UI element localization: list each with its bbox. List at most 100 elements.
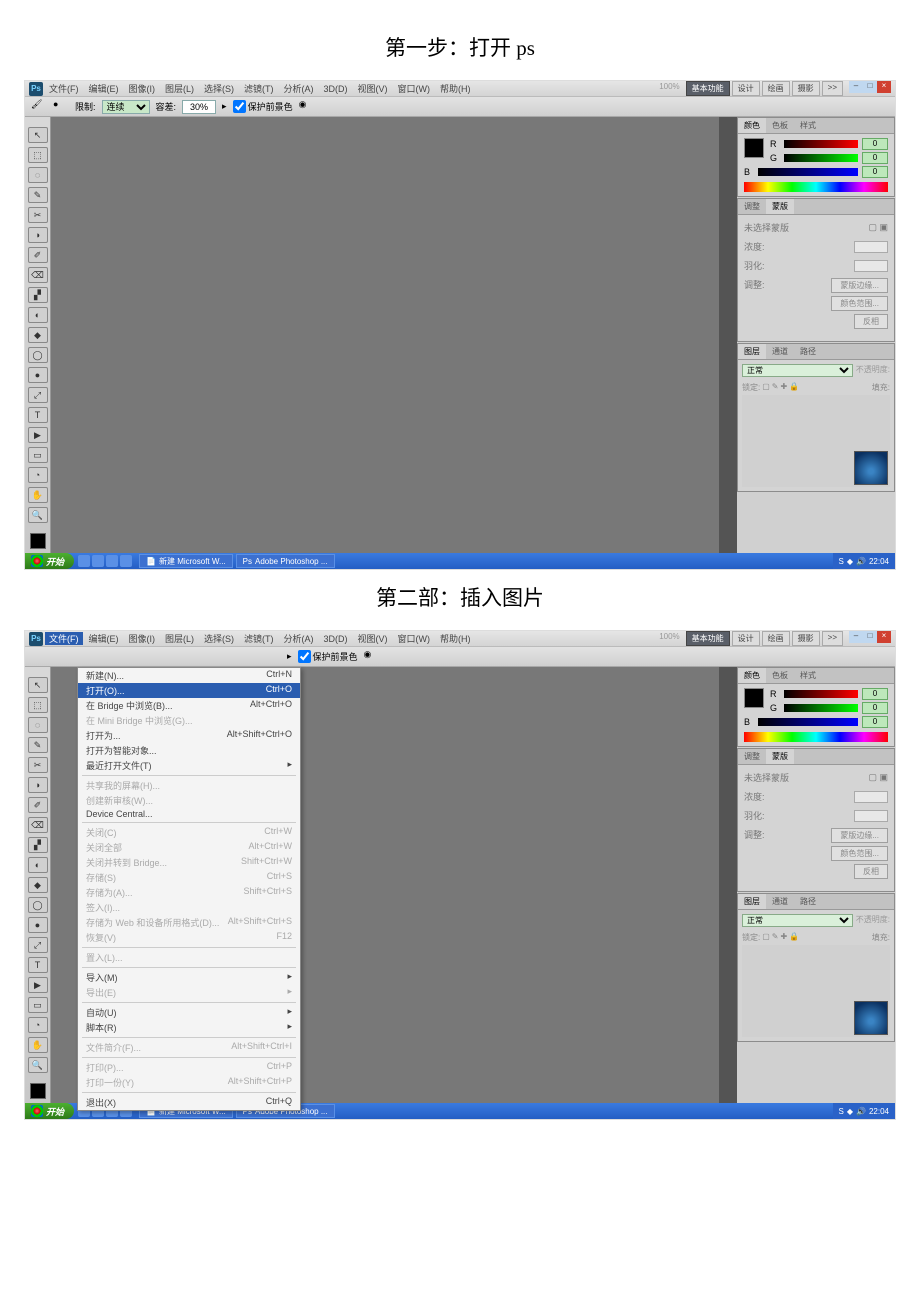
tool-15[interactable]: ▶ <box>28 427 48 443</box>
ws-essentials[interactable]: 基本功能 <box>686 631 730 646</box>
tool-7[interactable]: ⌫ <box>28 267 48 283</box>
lock-trans-icon[interactable]: ▢ <box>762 382 770 393</box>
collapsed-dock[interactable] <box>719 667 737 1103</box>
tab-styles[interactable]: 样式 <box>794 118 822 133</box>
menu-layer[interactable]: 图层(L) <box>161 82 198 95</box>
tool-preset-icon[interactable]: 🖌 <box>31 99 47 115</box>
r-slider[interactable] <box>784 140 858 148</box>
tool-10[interactable]: ◆ <box>28 877 48 893</box>
menu-analysis[interactable]: 分析(A) <box>280 632 318 645</box>
tool-2[interactable]: ◌ <box>28 167 48 183</box>
tool-19[interactable]: 🔍 <box>28 507 48 523</box>
tab-masks[interactable]: 蒙版 <box>766 199 794 214</box>
tab-layers[interactable]: 图层 <box>738 344 766 359</box>
document-canvas[interactable]: 新建(N)...Ctrl+N打开(O)...Ctrl+O在 Bridge 中浏览… <box>51 667 719 1103</box>
tray-icon[interactable]: S <box>839 557 844 566</box>
menu-window[interactable]: 窗口(W) <box>394 632 435 645</box>
system-tray[interactable]: S◆🔊 22:04 <box>833 1103 896 1119</box>
b-slider[interactable] <box>758 718 858 726</box>
menu-edit[interactable]: 编辑(E) <box>85 82 123 95</box>
color-range-button[interactable]: 颜色范围... <box>831 296 888 311</box>
menu-select[interactable]: 选择(S) <box>200 632 238 645</box>
system-tray[interactable]: S ◆ 🔊 22:04 <box>833 553 896 569</box>
ws-painting[interactable]: 绘画 <box>762 81 790 96</box>
window-close[interactable]: × <box>877 631 891 643</box>
tool-5[interactable]: ◑ <box>28 777 48 793</box>
tool-2[interactable]: ◌ <box>28 717 48 733</box>
spectrum-ramp[interactable] <box>744 732 888 742</box>
window-minimize[interactable]: – <box>849 81 863 93</box>
document-canvas[interactable] <box>51 117 719 553</box>
file-menu-item[interactable]: Device Central... <box>78 808 300 820</box>
protect-fg-checkbox[interactable]: 保护前景色 <box>298 650 358 663</box>
b-slider[interactable] <box>758 168 858 176</box>
tolerance-arrow-icon[interactable]: ▸ <box>222 101 227 112</box>
spectrum-ramp[interactable] <box>744 182 888 192</box>
file-menu-item[interactable]: 打开为...Alt+Shift+Ctrl+O <box>78 728 300 743</box>
tab-channels[interactable]: 通道 <box>766 344 794 359</box>
file-menu-item[interactable]: 最近打开文件(T)▸ <box>78 758 300 773</box>
lock-pos-icon[interactable]: ✚ <box>781 382 788 393</box>
tool-5[interactable]: ◑ <box>28 227 48 243</box>
menu-image[interactable]: 图像(I) <box>125 632 160 645</box>
menu-help[interactable]: 帮助(H) <box>436 632 475 645</box>
brush-preset-icon[interactable]: ● <box>53 99 69 115</box>
menu-analysis[interactable]: 分析(A) <box>280 82 318 95</box>
tool-18[interactable]: ✋ <box>28 1037 48 1053</box>
tool-3[interactable]: ✎ <box>28 187 48 203</box>
tool-4[interactable]: ✂ <box>28 207 48 223</box>
tool-12[interactable]: ● <box>28 367 48 383</box>
menu-file[interactable]: 文件(F) <box>45 82 83 95</box>
task-word[interactable]: 📄新建 Microsoft W... <box>139 554 233 568</box>
ws-painting[interactable]: 绘画 <box>762 631 790 646</box>
tab-adjust[interactable]: 调整 <box>738 749 766 764</box>
menu-filter[interactable]: 滤镜(T) <box>240 82 278 95</box>
tool-6[interactable]: ✐ <box>28 247 48 263</box>
menu-filter[interactable]: 滤镜(T) <box>240 632 278 645</box>
tolerance-input[interactable] <box>182 100 216 114</box>
file-menu-item[interactable]: 导入(M)▸ <box>78 970 300 985</box>
tool-19[interactable]: 🔍 <box>28 1057 48 1073</box>
menu-edit[interactable]: 编辑(E) <box>85 632 123 645</box>
tray-icon[interactable]: 🔊 <box>856 557 866 566</box>
tool-1[interactable]: ⬚ <box>28 147 48 163</box>
tool-11[interactable]: ◯ <box>28 897 48 913</box>
feather-input[interactable] <box>854 260 888 272</box>
ws-essentials[interactable]: 基本功能 <box>686 81 730 96</box>
g-value[interactable]: 0 <box>862 152 888 164</box>
menu-view[interactable]: 视图(V) <box>354 82 392 95</box>
tool-12[interactable]: ● <box>28 917 48 933</box>
menu-select[interactable]: 选择(S) <box>200 82 238 95</box>
tool-17[interactable]: ◔ <box>28 467 48 483</box>
lock-all-icon[interactable]: 🔒 <box>789 382 799 393</box>
mask-edge-button[interactable]: 蒙版边缘... <box>831 278 888 293</box>
tool-9[interactable]: ◐ <box>28 857 48 873</box>
b-value[interactable]: 0 <box>862 166 888 178</box>
window-close[interactable]: × <box>877 81 891 93</box>
file-menu-item[interactable]: 打开为智能对象... <box>78 743 300 758</box>
tab-masks[interactable]: 蒙版 <box>766 749 794 764</box>
tool-17[interactable]: ◔ <box>28 1017 48 1033</box>
tool-15[interactable]: ▶ <box>28 977 48 993</box>
tool-8[interactable]: ▞ <box>28 837 48 853</box>
tolerance-arrow-icon[interactable]: ▸ <box>287 651 292 662</box>
tool-3[interactable]: ✎ <box>28 737 48 753</box>
file-menu-item[interactable]: 自动(U)▸ <box>78 1005 300 1020</box>
start-button[interactable]: 开始 <box>25 1103 74 1119</box>
tool-13[interactable]: ⤢ <box>28 387 48 403</box>
window-minimize[interactable]: – <box>849 631 863 643</box>
quick-launch[interactable] <box>78 555 132 567</box>
lock-pixels-icon[interactable]: ✎ <box>772 382 779 393</box>
pressure-icon[interactable]: ◉ <box>299 99 315 115</box>
start-button[interactable]: 开始 <box>25 553 74 569</box>
file-menu-item[interactable]: 新建(N)...Ctrl+N <box>78 668 300 683</box>
tool-6[interactable]: ✐ <box>28 797 48 813</box>
menu-window[interactable]: 窗口(W) <box>394 82 435 95</box>
window-maximize[interactable]: □ <box>863 81 877 93</box>
layers-list[interactable] <box>742 395 890 487</box>
ws-more[interactable]: >> <box>822 81 843 96</box>
tool-7[interactable]: ⌫ <box>28 817 48 833</box>
tray-icon[interactable]: ◆ <box>847 557 853 566</box>
file-menu-item[interactable]: 脚本(R)▸ <box>78 1020 300 1035</box>
ws-photo[interactable]: 摄影 <box>792 631 820 646</box>
